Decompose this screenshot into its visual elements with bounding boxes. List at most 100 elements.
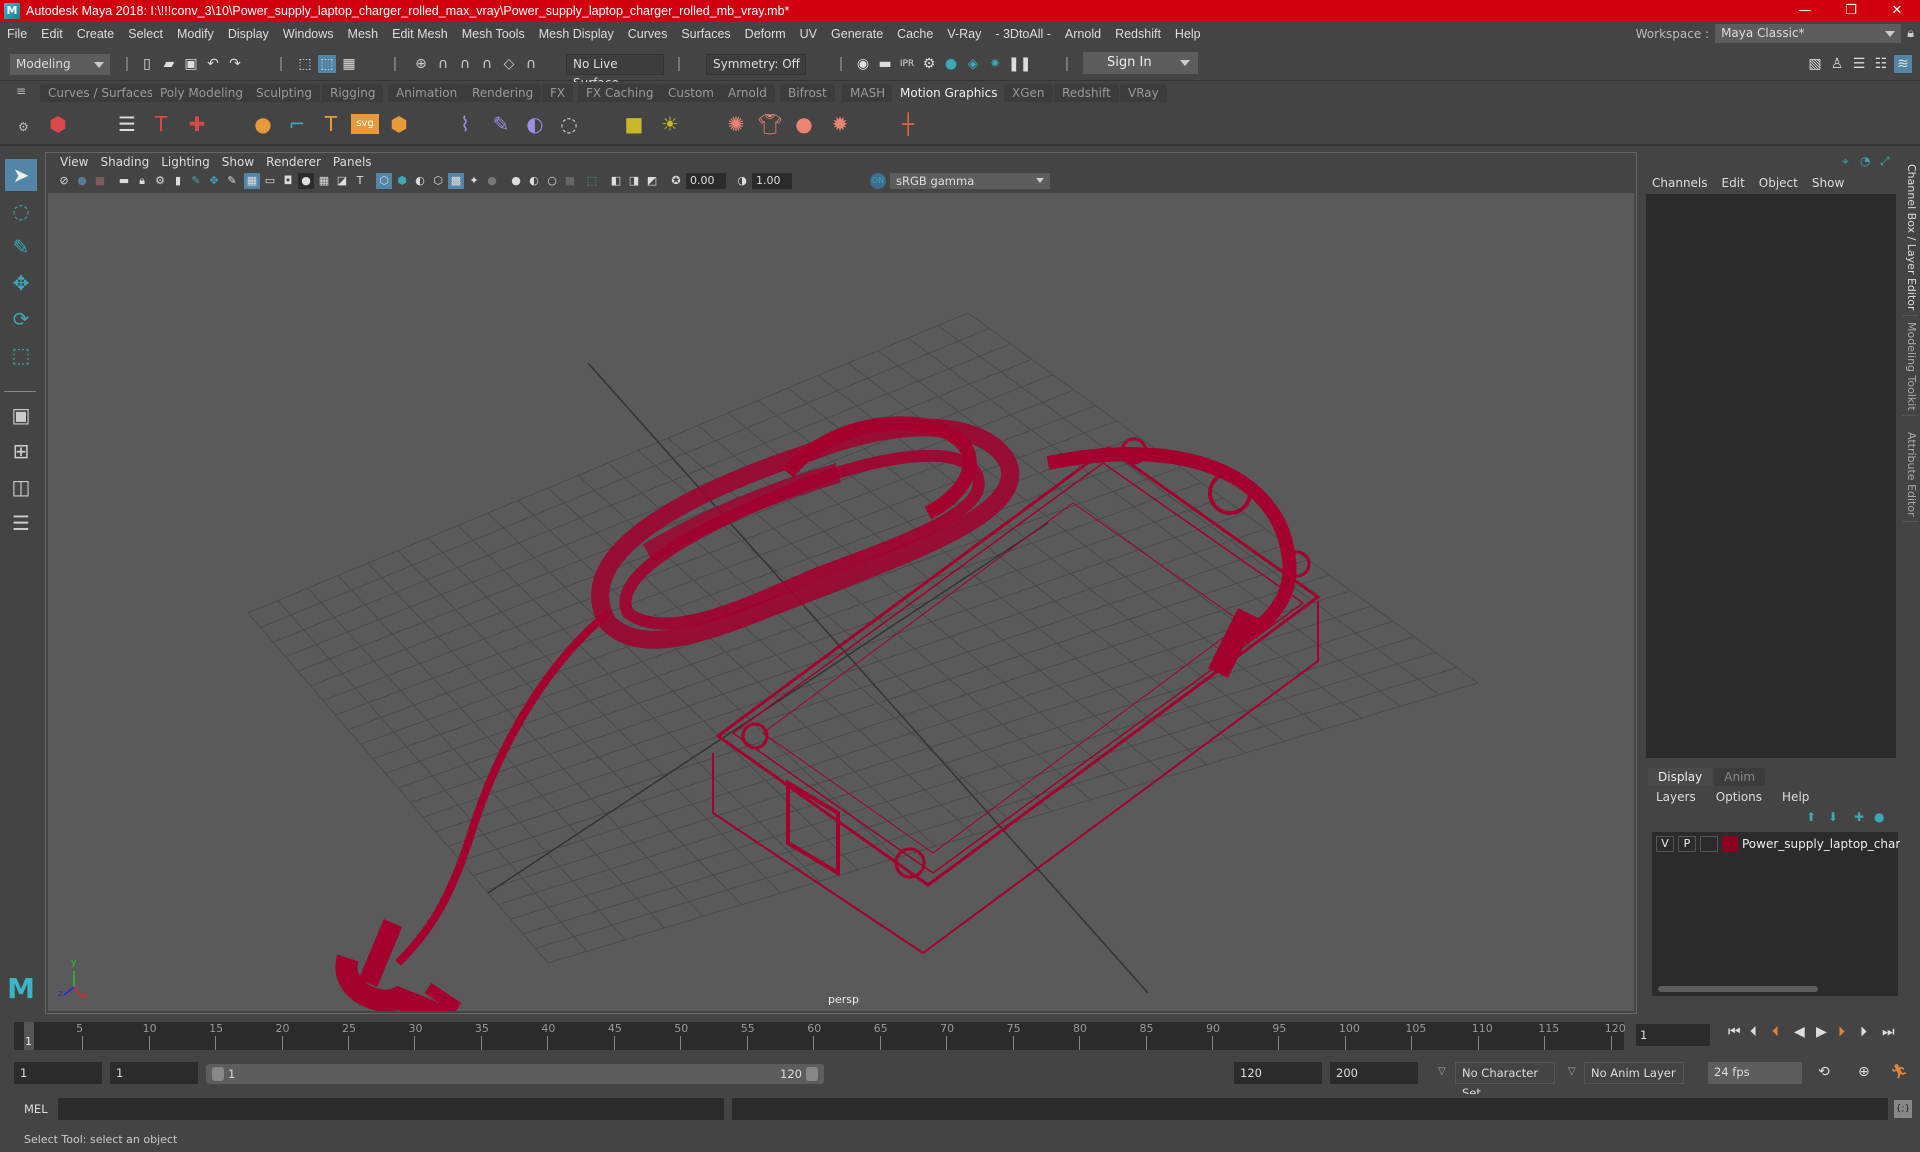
spline-icon[interactable]: ◌	[555, 110, 583, 138]
menu-surfaces[interactable]: Surfaces	[674, 27, 737, 41]
safe-action-icon[interactable]: ◪	[334, 173, 350, 189]
camera-attributes-icon[interactable]: ●	[74, 173, 90, 189]
range-start-handle[interactable]	[212, 1067, 224, 1081]
bend-deformer-icon[interactable]: ⌇	[451, 110, 479, 138]
menu-mesh-tools[interactable]: Mesh Tools	[455, 27, 532, 41]
minimize-button[interactable]: —	[1782, 0, 1828, 21]
new-layer-icon[interactable]: ✚	[1854, 810, 1864, 824]
step-back-frame-icon[interactable]: ⏴	[1772, 1024, 1779, 1040]
shelf-settings-icon[interactable]: ⚙	[18, 120, 29, 134]
menu-cache[interactable]: Cache	[890, 27, 940, 41]
redo-icon[interactable]: ↷	[226, 55, 244, 73]
single-pane-layout-icon[interactable]: ▣	[5, 399, 37, 431]
shelf-tab-redshift[interactable]: Redshift	[1054, 84, 1119, 102]
layer-playback-toggle[interactable]: P	[1678, 836, 1696, 852]
rigid-body-icon[interactable]: ●	[790, 110, 818, 138]
snap-live-icon[interactable]: ◇	[500, 55, 518, 73]
viewport-menu-shading[interactable]: Shading	[94, 155, 155, 169]
ncloth-icon[interactable]: 👕︎	[756, 110, 784, 138]
new-scene-icon[interactable]: ▯	[138, 55, 156, 73]
command-language-label[interactable]: MEL	[24, 1102, 48, 1116]
menu-mesh-display[interactable]: Mesh Display	[532, 27, 621, 41]
2d-pan-zoom-icon[interactable]: ✥	[206, 173, 222, 189]
light-editor-icon[interactable]: ✷	[986, 55, 1004, 73]
camera-settings-icon[interactable]: ⚙	[152, 173, 168, 189]
open-scene-icon[interactable]: ▰	[160, 55, 178, 73]
shelf-tab-curves-surfaces[interactable]: Curves / Surfaces	[40, 84, 162, 102]
select-tool-icon[interactable]: ➤	[5, 159, 37, 191]
auto-key-icon[interactable]: ⊕	[1858, 1064, 1870, 1080]
menu-mesh[interactable]: Mesh	[341, 27, 386, 41]
rotate-tool-icon[interactable]: ⟳	[5, 303, 37, 335]
menu-edit-mesh[interactable]: Edit Mesh	[385, 27, 455, 41]
render-view-icon[interactable]: ◉	[854, 55, 872, 73]
side-tab-channel-box[interactable]: Channel Box / Layer Editor	[1902, 160, 1918, 316]
xray-icon[interactable]: ▩	[448, 173, 464, 189]
menu-help[interactable]: Help	[1168, 27, 1208, 41]
time-slider-bar[interactable]: 1 5 10 15 20 25 30 35 40 45 50 55 60 65 70 75 80 85 90 95 1…	[14, 1022, 1626, 1050]
menu-generate[interactable]: Generate	[824, 27, 890, 41]
menu-select[interactable]: Select	[121, 27, 170, 41]
shelf-tab-arnold[interactable]: Arnold	[720, 84, 775, 102]
character-set-dropdown[interactable]: No Character Set	[1455, 1062, 1555, 1100]
shelf-tab-vray[interactable]: VRay	[1120, 84, 1167, 102]
light-icon[interactable]: ☀	[656, 110, 684, 138]
layer-color-swatch[interactable]	[1722, 836, 1738, 852]
render-current-icon[interactable]: ▬	[876, 55, 894, 73]
snap-mesh-icon[interactable]: ∩	[522, 55, 540, 73]
render-settings-icon[interactable]: ⚙	[920, 55, 938, 73]
menu-windows[interactable]: Windows	[276, 27, 341, 41]
bookmark-icon[interactable]: ■	[92, 173, 108, 189]
two-pane-layout-icon[interactable]: ◫	[5, 471, 37, 503]
polygon-cube-icon[interactable]: ⬢	[385, 110, 413, 138]
grid-toggle-icon[interactable]: ▦	[244, 173, 260, 189]
exposure-field[interactable]: 0.00	[686, 173, 726, 189]
object-menu[interactable]: Object	[1759, 176, 1798, 190]
maximize-button[interactable]: ❐	[1828, 0, 1874, 21]
menu-redshift[interactable]: Redshift	[1108, 27, 1168, 41]
viewport-menu-view[interactable]: View	[54, 155, 94, 169]
play-backwards-icon[interactable]: ◀	[1794, 1024, 1805, 1040]
four-pane-layout-icon[interactable]: ⊞	[5, 435, 37, 467]
menu-deform[interactable]: Deform	[738, 27, 793, 41]
tab-anim[interactable]: Anim	[1714, 768, 1766, 786]
channel-box-area[interactable]	[1646, 194, 1896, 758]
viewport-menu-lighting[interactable]: Lighting	[155, 155, 216, 169]
outliner-layout-icon[interactable]: ☰	[5, 507, 37, 539]
shelf-tab-fx-caching[interactable]: FX Caching	[578, 84, 662, 102]
channel-box-icon[interactable]: ≋	[1894, 55, 1912, 73]
anim-layer-dropdown[interactable]: No Anim Layer	[1584, 1062, 1684, 1084]
locator-icon[interactable]: ┼	[894, 110, 922, 138]
speed-icon[interactable]: ◔	[1860, 154, 1870, 168]
boolean-icon[interactable]: ◐	[521, 110, 549, 138]
sign-in-button[interactable]: Sign In	[1083, 52, 1198, 74]
range-end-handle[interactable]	[806, 1067, 818, 1081]
snap-point-icon[interactable]: ∩	[456, 55, 474, 73]
snap-grid-icon[interactable]: ⊕	[412, 55, 430, 73]
step-back-key-icon[interactable]: ⏴	[1750, 1024, 1757, 1040]
backface-culling-icon[interactable]: ◩	[644, 173, 660, 189]
ipr-render-icon[interactable]: IPR	[898, 55, 916, 73]
render-setup-icon[interactable]: ◈	[964, 55, 982, 73]
shelf-tab-poly-modeling[interactable]: Poly Modeling	[152, 84, 251, 102]
mode-dropdown[interactable]: Modeling	[10, 54, 110, 75]
command-input[interactable]	[58, 1098, 724, 1120]
wireframe-icon[interactable]: ⬡	[376, 173, 392, 189]
layers-menu[interactable]: Layers	[1656, 790, 1696, 804]
shelf-tab-custom[interactable]: Custom	[660, 84, 722, 102]
character-set-arrow-icon[interactable]: ▽	[1438, 1066, 1446, 1077]
range-slider-bar[interactable]: 1 120	[206, 1064, 824, 1084]
move-layer-up-icon[interactable]: ⬆	[1806, 810, 1816, 824]
hypershade-icon[interactable]: ●	[942, 55, 960, 73]
move-tool-icon[interactable]: ✥	[5, 267, 37, 299]
tab-display[interactable]: Display	[1648, 768, 1713, 786]
menu-modify[interactable]: Modify	[170, 27, 221, 41]
layer-name[interactable]: Power_supply_laptop_charger	[1742, 837, 1920, 851]
gamma-icon[interactable]: ◑	[734, 173, 750, 189]
save-scene-icon[interactable]: ▣	[182, 55, 200, 73]
exposure-icon[interactable]: ✪	[668, 173, 684, 189]
side-tab-attribute-editor[interactable]: Attribute Editor	[1902, 428, 1918, 522]
menu-display[interactable]: Display	[221, 27, 276, 41]
move-layer-down-icon[interactable]: ⬇	[1828, 810, 1838, 824]
play-forwards-icon[interactable]: ▶	[1816, 1024, 1827, 1040]
